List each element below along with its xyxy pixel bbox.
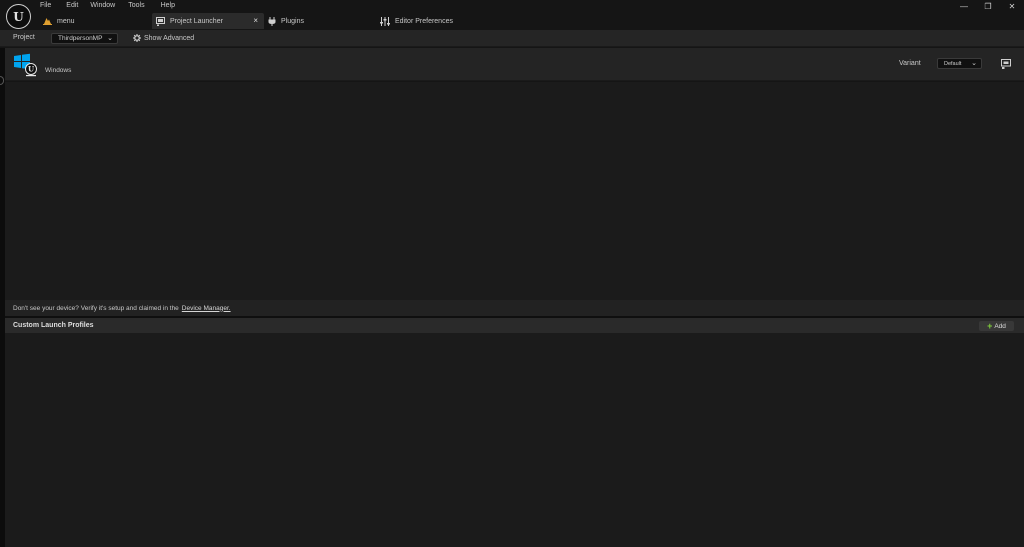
tab-menu[interactable]: menu: [37, 13, 151, 29]
tab-project-launcher-label: Project Launcher: [170, 17, 223, 25]
launcher-icon: [156, 16, 165, 26]
device-row: U Windows Variant Default ⌄: [5, 48, 1024, 81]
minimize-icon[interactable]: —: [952, 0, 976, 12]
device-manager-link[interactable]: Device Manager.: [182, 305, 231, 312]
plug-icon: [268, 16, 276, 26]
show-advanced-label: Show Advanced: [144, 34, 195, 42]
variant-dropdown-value: Default: [944, 60, 962, 67]
device-hint-text: Don't see your device? Verify it's setup…: [13, 304, 179, 312]
title-bar: U File Edit Window Tools Help menu Proje…: [0, 0, 1024, 30]
device-list-area: [5, 82, 1024, 300]
menu-window[interactable]: Window: [90, 1, 115, 11]
variant-label: Variant: [899, 60, 921, 67]
custom-launch-profiles-header: Custom Launch Profiles + Add: [5, 318, 1024, 333]
custom-launch-profiles-title: Custom Launch Profiles: [13, 322, 94, 329]
menu-bar: File Edit Window Tools Help: [40, 1, 191, 11]
chevron-down-icon: ⌄: [107, 35, 113, 42]
gear-icon: [133, 34, 141, 42]
project-label: Project: [13, 34, 35, 41]
window-controls: — ❐ ✕: [952, 0, 1024, 12]
unreal-logo-icon[interactable]: U: [6, 4, 31, 29]
variant-dropdown[interactable]: Default ⌄: [937, 58, 982, 69]
tab-project-launcher[interactable]: Project Launcher ×: [152, 13, 264, 29]
tab-editor-preferences[interactable]: Editor Preferences: [376, 13, 526, 29]
project-dropdown-value: ThirdpersonMP: [58, 35, 103, 42]
tab-editor-preferences-label: Editor Preferences: [395, 17, 453, 25]
windows-platform-icon[interactable]: U: [13, 53, 37, 77]
show-advanced-button[interactable]: Show Advanced: [133, 32, 194, 44]
menu-file[interactable]: File: [40, 1, 51, 11]
custom-launch-profiles-list: [5, 333, 1024, 547]
platform-label: Windows: [45, 67, 72, 74]
menu-help[interactable]: Help: [161, 1, 175, 11]
tab-menu-label: menu: [57, 17, 75, 25]
level-icon: [43, 17, 52, 25]
tab-plugins[interactable]: Plugins: [264, 13, 376, 29]
panel-handle[interactable]: [0, 76, 4, 85]
add-profile-button[interactable]: + Add: [979, 321, 1014, 331]
launcher-toolbar: Project ThirdpersonMP ⌄ Show Advanced: [0, 30, 1024, 47]
tab-plugins-label: Plugins: [281, 17, 304, 25]
sliders-icon: [380, 16, 390, 26]
tab-strip: menu Project Launcher × Plugins Editor P…: [37, 13, 526, 29]
close-window-icon[interactable]: ✕: [1000, 0, 1024, 12]
close-tab-icon[interactable]: ×: [253, 16, 258, 25]
menu-tools[interactable]: Tools: [128, 1, 144, 11]
chevron-down-icon: ⌄: [971, 60, 977, 67]
add-profile-label: Add: [994, 322, 1006, 330]
svg-text:U: U: [28, 65, 34, 74]
menu-edit[interactable]: Edit: [66, 1, 78, 11]
device-hint-bar: Don't see your device? Verify it's setup…: [5, 300, 1024, 316]
restore-icon[interactable]: ❐: [976, 0, 1000, 12]
project-dropdown[interactable]: ThirdpersonMP ⌄: [51, 33, 118, 44]
plus-icon: +: [987, 320, 993, 331]
launch-device-icon[interactable]: [1000, 58, 1012, 70]
